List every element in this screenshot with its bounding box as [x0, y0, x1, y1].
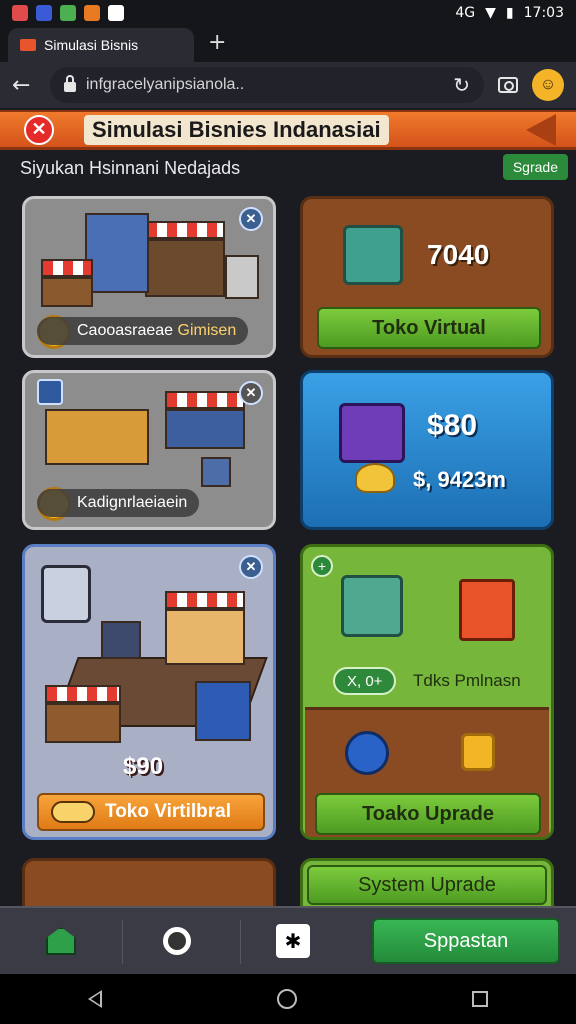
- card-close-button[interactable]: ✕: [239, 555, 263, 579]
- search-button[interactable]: [156, 920, 198, 962]
- card-label-text: Tdks Pmlnasn: [413, 671, 521, 690]
- system-uprade-button[interactable]: System Uprade: [307, 865, 547, 905]
- divider: [240, 920, 241, 964]
- new-tab-button[interactable]: +: [208, 30, 226, 55]
- toko-virtual-button[interactable]: Toko Virtual: [317, 307, 541, 349]
- reload-button[interactable]: ↻: [453, 73, 470, 97]
- card-amount: $80: [427, 409, 478, 442]
- flag-icon: [526, 114, 556, 146]
- profile-avatar[interactable]: ☺: [532, 69, 564, 101]
- stall-illustration: [45, 703, 121, 743]
- box-icon: [341, 575, 403, 637]
- asterisk-icon: ✱: [276, 924, 310, 958]
- workshop-scene-card[interactable]: ✕ Kadignrlaeiaein: [22, 370, 276, 530]
- divider: [122, 920, 123, 964]
- gift-box-icon: [459, 579, 515, 641]
- info-icon[interactable]: [37, 379, 63, 405]
- awning-illustration: [145, 221, 225, 239]
- crate-icon: [339, 403, 405, 463]
- back-button[interactable]: ←: [12, 73, 36, 98]
- home-nav-icon[interactable]: [276, 989, 297, 1009]
- jar-icon: [41, 565, 91, 623]
- upgrade-card: + X, 0+ Tdks Pmlnasn Toako Uprade: [300, 544, 554, 840]
- home-icon: [46, 927, 76, 955]
- plus-badge[interactable]: +: [311, 555, 333, 577]
- card-close-button[interactable]: ✕: [239, 381, 263, 405]
- system-nav-bar: [0, 974, 576, 1024]
- address-bar[interactable]: infgracelyanipsianola.. ↻: [50, 67, 484, 103]
- wifi-icon: ▼: [485, 5, 496, 21]
- battery-icon: ▮: [505, 5, 514, 21]
- search-icon: [163, 927, 191, 955]
- clock: 17:03: [523, 5, 564, 21]
- blue-orb-icon: [345, 731, 389, 775]
- bottom-toolbar: ✱ Sppastan: [0, 906, 576, 974]
- lock-icon: [64, 75, 76, 92]
- browser-toolbar: ← infgracelyanipsianola.. ↻ ☺: [0, 62, 576, 108]
- title-banner: ✕ Simulasi Bisnies Indanasiai: [0, 110, 576, 150]
- recents-nav-icon[interactable]: [472, 991, 489, 1007]
- app-icon: [36, 5, 52, 21]
- revenue-card: $80 $, 9423m: [300, 370, 554, 530]
- banana-icon: [355, 463, 395, 493]
- sppastan-button[interactable]: Sppastan: [372, 918, 560, 964]
- counter-illustration: [45, 409, 149, 465]
- toko-virtual-card: 7040 Toko Virtual: [300, 196, 554, 358]
- cabinet-illustration: [195, 681, 251, 741]
- toako-uprade-button[interactable]: Toako Uprade: [315, 793, 541, 835]
- coin-stack-icon: [461, 733, 495, 771]
- card-label: Caooasraeae Gimisen: [37, 317, 249, 345]
- awning-illustration: [41, 259, 93, 277]
- awning-illustration: [165, 591, 245, 609]
- card-close-button[interactable]: ✕: [239, 207, 263, 231]
- app-icon: [84, 5, 100, 21]
- ticket-icon: [51, 801, 95, 823]
- signal-label: 4G: [455, 5, 476, 21]
- home-shop-button[interactable]: [40, 920, 82, 962]
- close-button[interactable]: ✕: [24, 114, 54, 145]
- machine-illustration: [101, 621, 141, 659]
- card-label-accent: Gimisen: [177, 322, 237, 339]
- box-icon: [343, 225, 403, 285]
- notification-icons: [12, 5, 124, 21]
- shop-illustration: [165, 609, 245, 665]
- favicon-icon: [20, 39, 36, 51]
- tab-title: Simulasi Bisnis: [44, 37, 139, 53]
- cabinet-illustration: [225, 255, 259, 299]
- card-amount: 7040: [427, 239, 490, 270]
- url-text: infgracelyanipsianola..: [86, 76, 245, 93]
- back-nav-icon[interactable]: [87, 990, 102, 1008]
- card-price: $90: [123, 753, 164, 780]
- shop-upgrade-card[interactable]: ✕ $90 Toko Virtilbral: [22, 544, 276, 840]
- browser-tab-strip: Simulasi Bisnis +: [0, 26, 576, 62]
- multiplier-pill: X, 0+: [333, 667, 397, 695]
- stall-illustration: [41, 277, 93, 307]
- awning-illustration: [165, 391, 245, 409]
- notification-icon: [12, 5, 28, 21]
- card-label: Kadignrlaeiaein: [37, 489, 200, 517]
- stall-illustration: [145, 239, 225, 297]
- box-illustration: [201, 457, 231, 487]
- shop-illustration: [165, 409, 245, 449]
- settings-button[interactable]: ✱: [272, 920, 314, 962]
- page-subtitle: Siyukan Hsinnani Nedajads: [20, 158, 241, 178]
- card-label-text: Kadignrlaeiaein: [77, 494, 188, 511]
- browser-tab[interactable]: Simulasi Bisnis: [8, 28, 194, 62]
- status-bar: 4G ▼ ▮ 17:03: [0, 0, 576, 26]
- app-icon: [108, 5, 124, 21]
- upgrade-badge[interactable]: Sgrade: [502, 154, 568, 180]
- card-subamount: $, 9423m: [413, 467, 506, 492]
- awning-illustration: [45, 685, 121, 703]
- page-title: Simulasi Bisnies Indanasiai: [84, 114, 389, 145]
- shop-illustration: [85, 213, 149, 293]
- market-scene-card[interactable]: ✕ Caooasraeae Gimisen: [22, 196, 276, 358]
- card-label-text: Caooasraeae: [77, 322, 174, 339]
- app-icon: [60, 5, 76, 21]
- camera-icon[interactable]: [498, 77, 518, 93]
